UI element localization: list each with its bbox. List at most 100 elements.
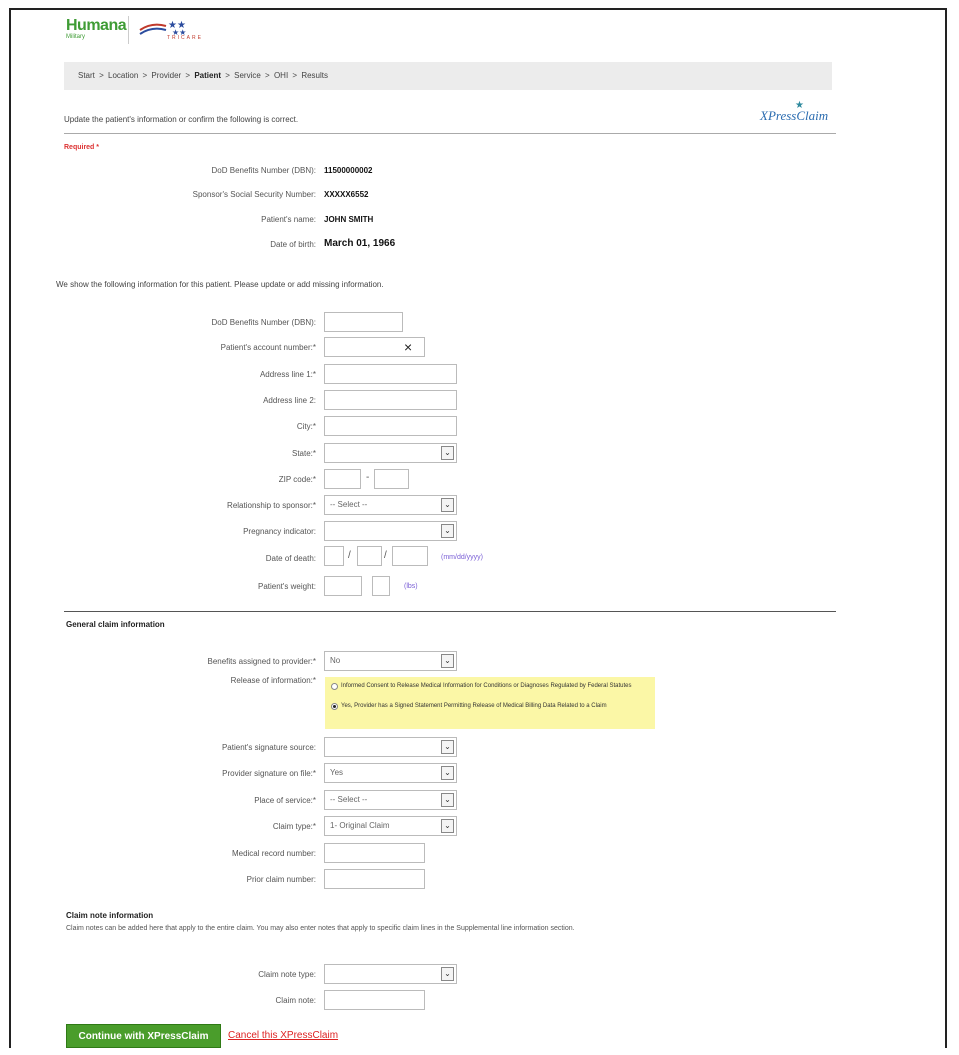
required-note: Required *: [64, 144, 100, 151]
relationship-label: Relationship to sponsor:*: [227, 501, 316, 510]
clear-icon[interactable]: ×: [404, 338, 412, 356]
pregnancy-select[interactable]: ⌄: [324, 521, 457, 541]
claim-type-select[interactable]: 1- Original Claim ⌄: [324, 816, 457, 836]
provider-sig-label: Provider signature on file:*: [222, 769, 316, 778]
release-option-yes[interactable]: Yes, Provider has a Signed Statement Per…: [331, 703, 649, 710]
divider: [64, 133, 836, 134]
account-field[interactable]: ×: [324, 337, 425, 357]
claim-note-type-select[interactable]: ⌄: [324, 964, 457, 984]
addr2-label: Address line 2:: [263, 396, 316, 405]
state-select[interactable]: ⌄: [324, 443, 457, 463]
weight-unit-hint: (lbs): [404, 583, 418, 590]
dob-value: March 01, 1966: [324, 238, 396, 249]
claim-note-description: Claim notes can be added here that apply…: [66, 925, 575, 932]
ssn-value: XXXXX6552: [324, 190, 369, 199]
dbn-field[interactable]: [324, 312, 403, 332]
dbn-value: 11500000002: [324, 166, 373, 175]
breadcrumb-item-patient: Patient: [194, 71, 224, 80]
patient-name-label: Patient's name:: [261, 215, 316, 224]
breadcrumb-separator: >: [99, 71, 107, 80]
sig-source-label: Patient's signature source:: [221, 743, 316, 752]
addr1-label: Address line 1:*: [259, 370, 316, 379]
claim-note-field[interactable]: [324, 990, 425, 1010]
weight-field-2[interactable]: [372, 576, 390, 596]
humana-logo: Humana: [66, 17, 127, 34]
claim-type-value: 1- Original Claim: [330, 821, 390, 830]
claim-note-title: Claim note information: [66, 911, 154, 920]
weight-label: Patient's weight:: [257, 582, 316, 591]
address-line2-field[interactable]: [324, 390, 457, 410]
release-options: Informed Consent to Release Medical Info…: [325, 677, 655, 729]
claim-type-label: Claim type:*: [272, 822, 316, 831]
death-month-field[interactable]: [324, 546, 344, 566]
general-claim-title: General claim information: [66, 620, 165, 629]
death-day-field[interactable]: [357, 546, 382, 566]
chevron-down-icon: ⌄: [441, 740, 454, 754]
provider-sig-select[interactable]: Yes ⌄: [324, 763, 457, 783]
city-label: City:*: [296, 422, 316, 431]
dbn-field-label: DoD Benefits Number (DBN):: [211, 318, 316, 327]
ssn-label: Sponsor's Social Security Number:: [192, 190, 316, 199]
tricare-logo-text: TRICARE: [167, 35, 203, 41]
page-intro: Update the patient's information or conf…: [64, 115, 299, 124]
prior-label: Prior claim number:: [246, 875, 316, 884]
breadcrumb-separator: >: [142, 71, 150, 80]
state-label: State:*: [291, 449, 316, 458]
relationship-value: -- Select --: [330, 500, 368, 509]
benefits-label: Benefits assigned to provider:*: [207, 657, 316, 666]
place-value: -- Select --: [330, 795, 368, 804]
zip-dash: -: [366, 472, 370, 483]
provider-sig-value: Yes: [330, 768, 344, 777]
cancel-link[interactable]: Cancel this XPressClaim: [228, 1030, 338, 1041]
chevron-down-icon: ⌄: [441, 498, 454, 512]
zip-label: ZIP code:*: [278, 475, 316, 484]
humana-logo-sub: Military: [66, 34, 85, 40]
chevron-down-icon: ⌄: [441, 793, 454, 807]
mrn-label: Medical record number:: [231, 849, 316, 858]
sig-source-select[interactable]: ⌄: [324, 737, 457, 757]
breadcrumb-item-results[interactable]: Results: [301, 71, 328, 80]
death-year-field[interactable]: [392, 546, 428, 566]
date-slash: /: [384, 550, 387, 561]
breadcrumb-item-provider[interactable]: Provider: [151, 71, 183, 80]
breadcrumb-item-ohi[interactable]: OHI: [274, 71, 290, 80]
relationship-select[interactable]: -- Select -- ⌄: [324, 495, 457, 515]
breadcrumb: Start > Location > Provider > Patient > …: [64, 62, 832, 90]
weight-field[interactable]: [324, 576, 362, 596]
xpressclaim-logo: XPressClaim: [760, 108, 829, 123]
benefits-value: No: [330, 656, 341, 665]
account-label: Patient's account number:*: [220, 343, 316, 352]
release-label: Release of information:*: [230, 676, 316, 685]
zip-field[interactable]: [324, 469, 361, 489]
continue-button[interactable]: Continue with XPressClaim: [66, 1024, 221, 1048]
breadcrumb-item-location[interactable]: Location: [108, 71, 140, 80]
breadcrumb-item-start[interactable]: Start: [78, 71, 97, 80]
chevron-down-icon: ⌄: [441, 654, 454, 668]
chevron-down-icon: ⌄: [441, 967, 454, 981]
prior-claim-field[interactable]: [324, 869, 425, 889]
death-label: Date of death:: [265, 554, 316, 563]
date-format-hint: (mm/dd/yyyy): [441, 554, 483, 561]
breadcrumb-item-service[interactable]: Service: [234, 71, 263, 80]
address-line1-field[interactable]: [324, 364, 457, 384]
chevron-down-icon: ⌄: [441, 524, 454, 538]
radio-button[interactable]: [331, 683, 338, 690]
breadcrumb-separator: >: [292, 71, 300, 80]
benefits-select[interactable]: No ⌄: [324, 651, 457, 671]
chevron-down-icon: ⌄: [441, 446, 454, 460]
mrn-field[interactable]: [324, 843, 425, 863]
update-note: We show the following information for th…: [56, 280, 384, 289]
chevron-down-icon: ⌄: [441, 766, 454, 780]
place-select[interactable]: -- Select -- ⌄: [324, 790, 457, 810]
breadcrumb-separator: >: [265, 71, 272, 80]
zip-ext-field[interactable]: [374, 469, 409, 489]
logo-separator: [128, 16, 129, 44]
patient-name-value: JOHN SMITH: [324, 215, 374, 224]
radio-button-selected[interactable]: [331, 703, 338, 710]
release-option-consent[interactable]: Informed Consent to Release Medical Info…: [331, 683, 649, 690]
claim-note-type-label: Claim note type:: [258, 970, 316, 979]
breadcrumb-separator: >: [225, 71, 233, 80]
dob-label: Date of birth:: [270, 240, 316, 249]
tricare-logo-icon: ★★ ★★: [139, 20, 186, 36]
city-field[interactable]: [324, 416, 457, 436]
